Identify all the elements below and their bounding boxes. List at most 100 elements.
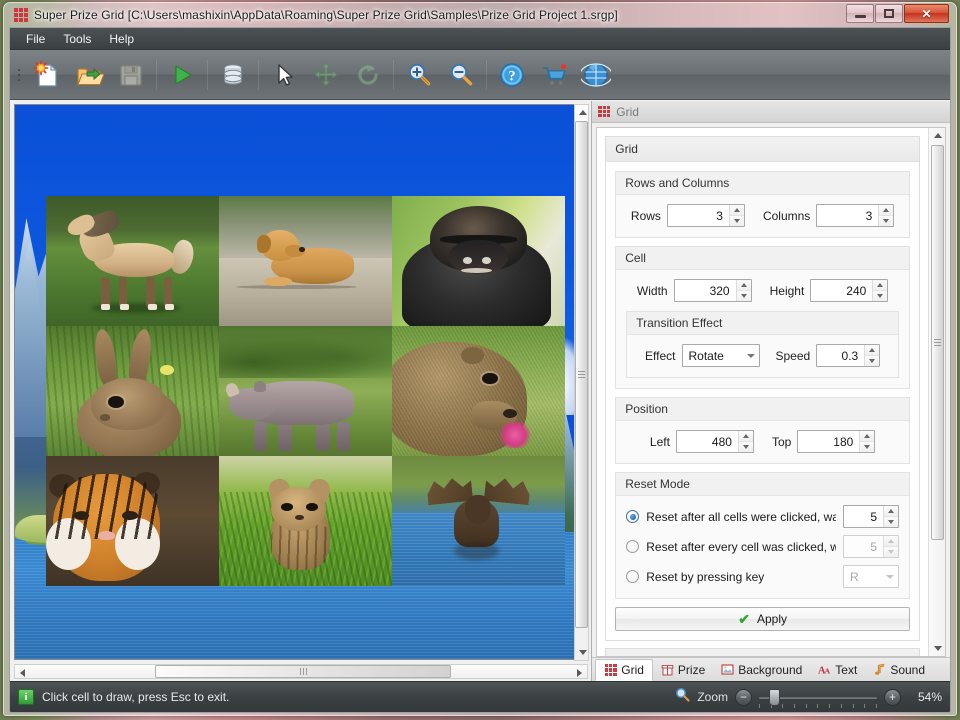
- rotate-icon: [358, 64, 378, 85]
- panel-scroll-down-button[interactable]: [930, 641, 945, 656]
- app-grid-icon: [14, 8, 28, 22]
- menu-tools[interactable]: Tools: [55, 29, 99, 49]
- rows-value: 3: [716, 208, 723, 223]
- zoom-in-icon: [408, 63, 431, 85]
- scroll-up-button[interactable]: [575, 105, 590, 120]
- zoom-in-button[interactable]: +: [884, 688, 901, 706]
- reset-option-every-cell[interactable]: Reset after every cell was clicked, w 5: [626, 535, 899, 558]
- canvas-hscroll-thumb[interactable]: [155, 665, 451, 678]
- note-icon: [873, 663, 886, 676]
- tab-background-label: Background: [738, 662, 803, 677]
- radio-unselected-icon[interactable]: [626, 570, 640, 583]
- panel-vscroll-thumb[interactable]: [931, 145, 944, 540]
- tab-grid[interactable]: Grid: [595, 659, 653, 681]
- cell-height-decrement[interactable]: [873, 291, 888, 301]
- menu-file[interactable]: File: [18, 29, 53, 49]
- zoom-slider[interactable]: [759, 688, 877, 708]
- speed-increment[interactable]: [865, 345, 880, 356]
- columns-spinner[interactable]: 3: [816, 204, 895, 227]
- reset-option-press-key[interactable]: Reset by pressing key R: [626, 565, 899, 588]
- database-button[interactable]: [212, 54, 254, 96]
- rows-decrement[interactable]: [729, 216, 744, 226]
- position-left-value: 480: [711, 434, 732, 449]
- status-message: Click cell to draw, press Esc to exit.: [42, 690, 230, 704]
- position-top-spinner[interactable]: 180: [797, 430, 876, 453]
- buy-cart-button[interactable]: [533, 54, 575, 96]
- rotate-button[interactable]: [347, 54, 389, 96]
- cell-width-spinner[interactable]: 320: [673, 279, 752, 302]
- scroll-left-button[interactable]: [15, 665, 30, 680]
- transition-effect-title: Transition Effect: [627, 312, 898, 335]
- apply-button[interactable]: ✔ Apply: [615, 607, 910, 631]
- rows-increment[interactable]: [729, 205, 744, 216]
- panel-scroll-up-button[interactable]: [930, 128, 945, 143]
- position-top-decrement[interactable]: [860, 442, 875, 452]
- scroll-down-button[interactable]: [575, 645, 590, 660]
- panel-vertical-scrollbar[interactable]: [928, 128, 945, 656]
- grid-cell-2-1[interactable]: rabbit: [46, 326, 219, 456]
- horse-photo: [46, 196, 219, 326]
- grid-cell-2-2[interactable]: rhino: [219, 326, 392, 456]
- help-button[interactable]: ?: [491, 54, 533, 96]
- new-project-button[interactable]: [26, 54, 68, 96]
- grid-cell-1-3[interactable]: gorilla: [392, 196, 565, 326]
- radio-unselected-icon[interactable]: [626, 540, 640, 553]
- canvas-vscroll-thumb[interactable]: [575, 121, 589, 628]
- magnifier-icon: [675, 687, 690, 707]
- select-cursor-button[interactable]: [263, 54, 305, 96]
- grid-cell-3-1[interactable]: tiger: [46, 456, 219, 586]
- zoom-out-button[interactable]: −: [735, 688, 752, 706]
- tab-text[interactable]: A A Text: [810, 658, 865, 681]
- grid-cell-3-2[interactable]: kitten: [219, 456, 392, 586]
- canvas-horizontal-scrollbar[interactable]: [14, 664, 588, 679]
- design-canvas[interactable]: horse dog: [14, 104, 587, 660]
- minimize-button[interactable]: [846, 4, 874, 23]
- zoom-slider-thumb[interactable]: [769, 688, 780, 706]
- grid-cell-1-2[interactable]: dog: [219, 196, 392, 326]
- reset-option-all-cells[interactable]: Reset after all cells were clicked, wa 5: [626, 505, 899, 528]
- columns-increment[interactable]: [879, 205, 894, 216]
- scroll-right-button[interactable]: [572, 665, 587, 680]
- position-top-increment[interactable]: [860, 431, 875, 442]
- rows-spinner[interactable]: 3: [666, 204, 745, 227]
- close-button[interactable]: ✕: [904, 4, 949, 23]
- effect-combo[interactable]: Rotate: [681, 344, 760, 367]
- reset-all-decrement[interactable]: [884, 517, 898, 527]
- tab-prize[interactable]: Prize: [653, 658, 713, 681]
- reset-all-increment[interactable]: [884, 506, 898, 517]
- grid-cell-1-1[interactable]: horse: [46, 196, 219, 326]
- zoom-out-button[interactable]: [440, 54, 482, 96]
- save-project-button[interactable]: [110, 54, 152, 96]
- menu-help[interactable]: Help: [101, 29, 142, 49]
- canvas-vertical-scrollbar[interactable]: [574, 104, 590, 661]
- position-left-increment[interactable]: [738, 431, 753, 442]
- move-button[interactable]: [305, 54, 347, 96]
- zoom-in-button[interactable]: [398, 54, 440, 96]
- cell-height-spinner[interactable]: 240: [810, 279, 889, 302]
- cell-height-increment[interactable]: [873, 280, 888, 291]
- effect-field: Effect Rotate: [645, 344, 760, 367]
- position-left-decrement[interactable]: [738, 442, 753, 452]
- cell-width-decrement[interactable]: [736, 291, 751, 301]
- position-left-spinner[interactable]: 480: [675, 430, 754, 453]
- grid-cell-2-3[interactable]: marmot: [392, 326, 565, 456]
- website-globe-button[interactable]: [575, 54, 617, 96]
- cell-width-increment[interactable]: [736, 280, 751, 291]
- restore-button[interactable]: [875, 4, 903, 23]
- chevron-up-icon: [933, 133, 942, 138]
- tab-background[interactable]: Background: [713, 658, 810, 681]
- caret-up-icon: [888, 539, 894, 543]
- open-project-button[interactable]: [68, 54, 110, 96]
- grid-cell-3-3[interactable]: moose: [392, 456, 565, 586]
- reset-all-cells-spinner[interactable]: 5: [843, 505, 899, 528]
- columns-decrement[interactable]: [879, 216, 894, 226]
- run-button[interactable]: [161, 54, 203, 96]
- chevron-down-icon[interactable]: [743, 353, 759, 358]
- tab-prize-label: Prize: [677, 662, 706, 677]
- speed-spinner[interactable]: 0.3: [816, 344, 881, 367]
- radio-selected-icon[interactable]: [626, 510, 640, 523]
- speed-decrement[interactable]: [865, 356, 880, 366]
- toolbar-grip[interactable]: [14, 62, 23, 88]
- tab-sound[interactable]: Sound: [865, 658, 933, 681]
- panel-scroll-content: Grid Rows and Columns Rows 3 Columns 3 C…: [597, 128, 928, 656]
